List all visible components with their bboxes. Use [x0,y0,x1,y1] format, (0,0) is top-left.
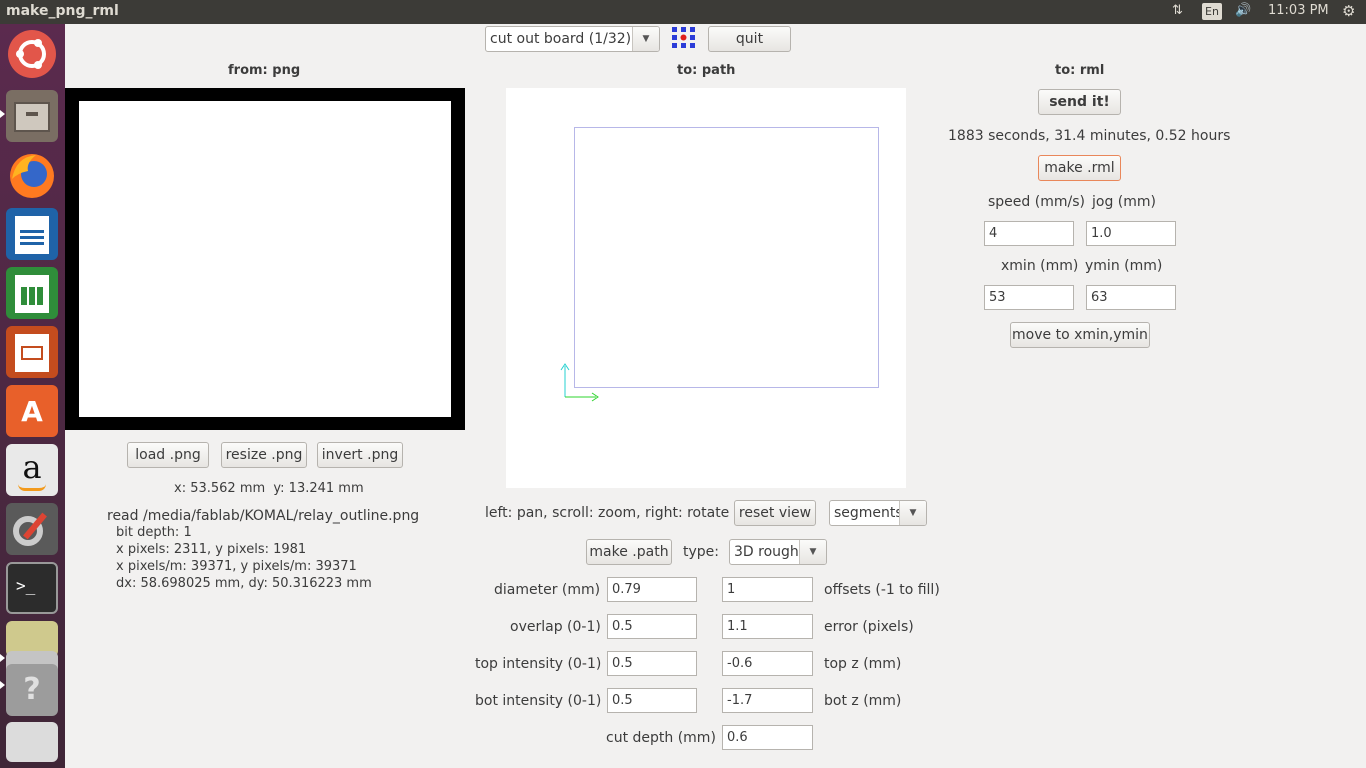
launcher: A a >_ ? [0,24,65,768]
offsets-field[interactable]: 1 [722,577,813,602]
keyboard-layout-indicator[interactable]: En [1202,3,1222,20]
process-select-value: cut out board (1/32) [490,31,632,47]
view-mode-value: segments [834,505,903,521]
error-label: error (pixels) [824,619,914,635]
firefox-icon[interactable] [6,149,58,201]
quit-button[interactable]: quit [708,26,791,52]
resize-png-button[interactable]: resize .png [221,442,307,468]
xmin-field[interactable]: 53 [984,285,1074,310]
make-path-button[interactable]: make .path [586,539,672,565]
load-png-button[interactable]: load .png [127,442,209,468]
top-intensity-label: top intensity (0-1) [475,656,602,672]
overlap-label: overlap (0-1) [510,619,601,635]
volume-icon[interactable]: 🔊 [1235,3,1251,18]
process-select[interactable]: cut out board (1/32) ▼ [485,26,660,52]
running-indicator [0,110,5,118]
writer-icon[interactable] [6,208,58,260]
type-label: type: [683,544,719,560]
overlap-field[interactable]: 0.5 [607,614,697,639]
bot-intensity-field[interactable]: 0.5 [607,688,697,713]
cut-depth-label: cut depth (mm) [606,730,716,746]
png-info-line: dx: 58.698025 mm, dy: 50.316223 mm [116,576,372,591]
bot-intensity-label: bot intensity (0-1) [475,693,602,709]
from-png-heading: from: png [228,63,301,78]
help-icon[interactable]: ? [6,664,58,716]
to-path-heading: to: path [677,63,736,78]
network-icon[interactable]: ⇅ [1172,3,1183,18]
offsets-label: offsets (-1 to fill) [824,582,940,598]
png-image [79,101,451,417]
amazon-icon[interactable]: a [6,444,58,496]
ymin-field[interactable]: 63 [1086,285,1176,310]
clock[interactable]: 11:03 PM [1268,3,1329,18]
jog-field[interactable]: 1.0 [1086,221,1176,246]
reset-view-button[interactable]: reset view [734,500,816,526]
toolpath-outline [574,127,879,388]
top-z-label: top z (mm) [824,656,902,672]
path-view-canvas[interactable] [506,88,906,488]
time-estimate: 1883 seconds, 31.4 minutes, 0.52 hours [948,128,1231,144]
invert-png-button[interactable]: invert .png [317,442,403,468]
path-type-value: 3D rough [734,544,799,560]
top-intensity-field[interactable]: 0.5 [607,651,697,676]
cursor-coordinates: x: 53.562 mm y: 13.241 mm [174,481,364,496]
chevron-down-icon: ▼ [899,501,926,525]
view-mode-select[interactable]: segments ▼ [829,500,927,526]
png-info-line: x pixels/m: 39371, y pixels/m: 39371 [116,559,357,574]
make-rml-button[interactable]: make .rml [1038,155,1121,181]
top-panel: make_png_rml ⇅ En 🔊 11:03 PM ⚙ [0,0,1366,24]
terminal-icon[interactable]: >_ [6,562,58,614]
fab-logo-icon [671,26,697,50]
trash-icon[interactable] [6,722,58,762]
png-preview-canvas[interactable] [65,88,465,430]
speed-field[interactable]: 4 [984,221,1074,246]
calc-icon[interactable] [6,267,58,319]
xmin-label: xmin (mm) [1001,258,1079,274]
top-z-field[interactable]: -0.6 [722,651,813,676]
move-to-xmin-ymin-button[interactable]: move to xmin,ymin [1010,322,1150,348]
ubuntu-home-icon[interactable] [8,30,56,78]
png-info-line: bit depth: 1 [116,525,192,540]
cut-depth-field[interactable]: 0.6 [722,725,813,750]
system-settings-icon[interactable] [6,503,58,555]
chevron-down-icon: ▼ [632,27,659,51]
diameter-field[interactable]: 0.79 [607,577,697,602]
settings-gear-icon[interactable]: ⚙ [1342,2,1355,20]
running-indicator [0,654,5,662]
speed-label: speed (mm/s) [988,194,1085,210]
window-title: make_png_rml [6,3,119,19]
chevron-down-icon: ▼ [799,540,826,564]
files-icon[interactable] [6,90,58,142]
to-rml-heading: to: rml [1055,63,1105,78]
bot-z-label: bot z (mm) [824,693,902,709]
diameter-label: diameter (mm) [494,582,601,598]
view-help-text: left: pan, scroll: zoom, right: rotate [485,505,730,521]
path-type-select[interactable]: 3D rough ▼ [729,539,827,565]
error-field[interactable]: 1.1 [722,614,813,639]
png-info-line: x pixels: 2311, y pixels: 1981 [116,542,307,557]
impress-icon[interactable] [6,326,58,378]
software-center-icon[interactable]: A [6,385,58,437]
running-indicator [0,681,5,689]
jog-label: jog (mm) [1092,194,1156,210]
png-info-line: read /media/fablab/KOMAL/relay_outline.p… [107,508,420,524]
bot-z-field[interactable]: -1.7 [722,688,813,713]
ymin-label: ymin (mm) [1085,258,1163,274]
send-it-button[interactable]: send it! [1038,89,1121,115]
